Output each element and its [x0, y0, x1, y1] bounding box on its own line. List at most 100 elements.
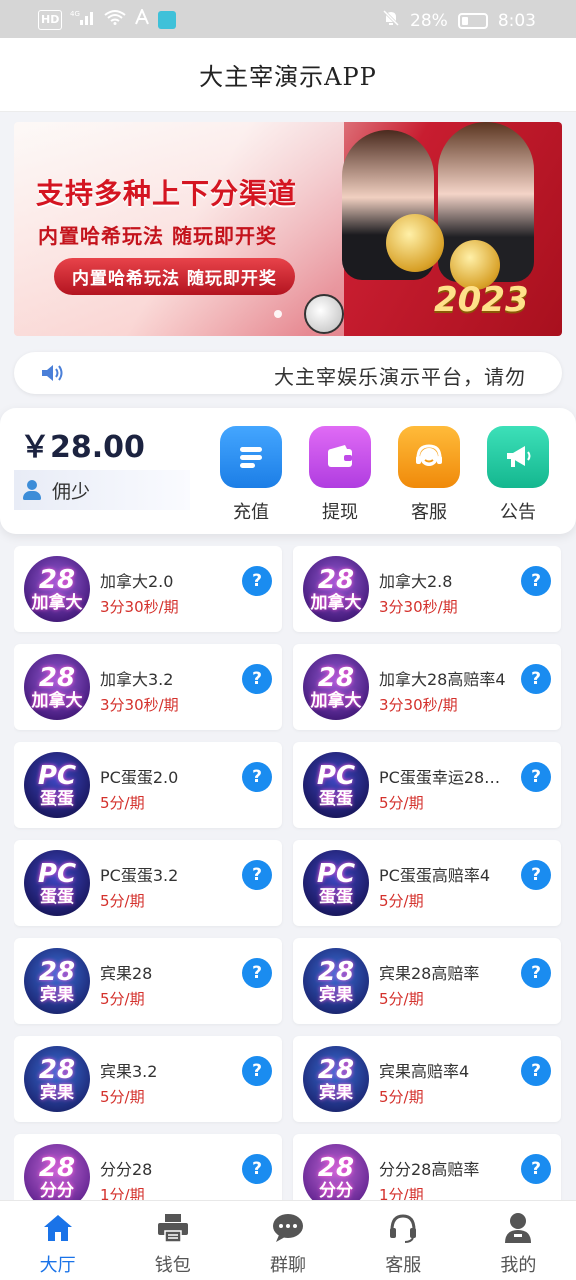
game-name: 分分28高赔率 — [379, 1160, 480, 1179]
help-icon[interactable]: ? — [242, 566, 272, 596]
app-notification-icon — [158, 11, 177, 29]
deposit-icon — [220, 426, 282, 488]
tab-wallet[interactable]: 钱包 — [115, 1201, 230, 1280]
game-card[interactable]: 28 加拿大 加拿大2.0 3分30秒/期 ? — [14, 546, 282, 632]
game-logo: 28 宾果 — [303, 948, 369, 1014]
game-period: 5分/期 — [379, 892, 424, 910]
game-card[interactable]: 28 加拿大 加拿大2.8 3分30秒/期 ? — [293, 546, 561, 632]
game-period: 5分/期 — [100, 794, 145, 812]
football-icon — [304, 294, 344, 334]
app-header: 大主宰演示APP — [0, 38, 576, 112]
announcement-button[interactable]: 公告 — [487, 426, 576, 524]
help-icon[interactable]: ? — [242, 958, 272, 988]
help-icon[interactable]: ? — [521, 1056, 551, 1086]
game-logo: 28 分分 — [303, 1144, 369, 1202]
help-icon[interactable]: ? — [521, 958, 551, 988]
wallet-icon — [309, 426, 371, 488]
game-grid: 28 加拿大 加拿大2.0 3分30秒/期 ? 28 加拿大 加拿大2.8 3分30… — [14, 546, 566, 1202]
game-logo: 28 宾果 — [24, 948, 90, 1014]
promo-banner[interactable]: 2023 支持多种上下分渠道 内置哈希玩法 随玩即开奖 内置哈希玩法 随玩即开奖 — [14, 122, 562, 336]
username: 佣少 — [52, 480, 91, 503]
game-name: 宾果3.2 — [100, 1062, 158, 1081]
notice-text: 大主宰娱乐演示平台，请勿 — [274, 365, 526, 389]
game-card[interactable]: PC 蛋蛋 PC蛋蛋高赔率4 5分/期 ? — [293, 840, 561, 926]
help-icon[interactable]: ? — [242, 762, 272, 792]
game-period: 3分30秒/期 — [100, 598, 179, 616]
tab-support[interactable]: 客服 — [346, 1201, 461, 1280]
game-logo: PC 蛋蛋 — [303, 850, 369, 916]
game-period: 5分/期 — [100, 990, 145, 1008]
game-card[interactable]: 28 分分 分分28 1分/期 ? — [14, 1134, 282, 1202]
game-card[interactable]: PC 蛋蛋 PC蛋蛋3.2 5分/期 ? — [14, 840, 282, 926]
banner-headline: 支持多种上下分渠道 — [36, 177, 298, 210]
user-row[interactable]: 佣少 — [14, 470, 190, 510]
game-name: 加拿大2.0 — [100, 572, 174, 591]
help-icon[interactable]: ? — [242, 664, 272, 694]
game-card[interactable]: 28 加拿大 加拿大3.2 3分30秒/期 ? — [14, 644, 282, 730]
game-logo: 28 分分 — [24, 1144, 90, 1202]
game-card[interactable]: 28 宾果 宾果3.2 5分/期 ? — [14, 1036, 282, 1122]
game-name: PC蛋蛋2.0 — [100, 768, 179, 787]
user-icon — [501, 1211, 535, 1245]
game-logo: 28 加拿大 — [24, 556, 90, 622]
battery-percent: 28% — [410, 11, 448, 31]
game-period: 5分/期 — [379, 990, 424, 1008]
tab-lobby[interactable]: 大厅 — [0, 1201, 115, 1280]
help-icon[interactable]: ? — [521, 860, 551, 890]
game-name: 分分28 — [100, 1160, 153, 1179]
game-card[interactable]: 28 加拿大 加拿大28高赔率4 3分30秒/期 ? — [293, 644, 561, 730]
tab-profile[interactable]: 我的 — [461, 1201, 576, 1280]
banner-subline: 内置哈希玩法 随玩即开奖 — [38, 224, 277, 248]
announcement-label: 公告 — [500, 502, 536, 523]
support-button[interactable]: 客服 — [398, 426, 487, 524]
game-logo: PC 蛋蛋 — [24, 850, 90, 916]
withdraw-button[interactable]: 提现 — [309, 426, 398, 524]
game-logo: 28 宾果 — [303, 1046, 369, 1112]
game-period: 5分/期 — [379, 794, 424, 812]
support-label: 客服 — [411, 502, 447, 523]
help-icon[interactable]: ? — [521, 762, 551, 792]
font-a-icon — [134, 7, 150, 31]
notice-bar[interactable]: 大主宰娱乐演示平台，请勿 — [14, 352, 562, 394]
help-icon[interactable]: ? — [521, 664, 551, 694]
account-card: ￥28.00 佣少 充值 提现 客服 公告 — [0, 408, 576, 534]
game-card[interactable]: 28 宾果 宾果高赔率4 5分/期 ? — [293, 1036, 561, 1122]
wifi-icon — [104, 9, 126, 31]
game-name: PC蛋蛋幸运28… — [379, 768, 501, 787]
game-period: 5分/期 — [100, 892, 145, 910]
printer-icon — [156, 1211, 190, 1245]
game-card[interactable]: 28 宾果 宾果28高赔率 5分/期 ? — [293, 938, 561, 1024]
help-icon[interactable]: ? — [242, 1154, 272, 1184]
help-icon[interactable]: ? — [242, 860, 272, 890]
help-icon[interactable]: ? — [521, 1154, 551, 1184]
mute-bell-icon — [382, 9, 400, 33]
game-name: 宾果28 — [100, 964, 153, 983]
game-card[interactable]: PC 蛋蛋 PC蛋蛋幸运28… 5分/期 ? — [293, 742, 561, 828]
banner-pill: 内置哈希玩法 随玩即开奖 — [54, 258, 295, 295]
clock: 8:03 — [497, 11, 536, 31]
game-period: 5分/期 — [379, 1088, 424, 1106]
help-icon[interactable]: ? — [242, 1056, 272, 1086]
status-left: HD 4G — [38, 7, 177, 31]
signal-icon: 4G — [70, 9, 96, 31]
page-title: 大主宰演示APP — [199, 63, 377, 91]
help-icon[interactable]: ? — [521, 566, 551, 596]
headset-icon — [386, 1211, 420, 1245]
megaphone-icon — [487, 426, 549, 488]
game-card[interactable]: 28 分分 分分28高赔率 1分/期 ? — [293, 1134, 561, 1202]
tab-group-chat[interactable]: 群聊 — [230, 1201, 345, 1280]
deposit-button[interactable]: 充值 — [220, 426, 309, 524]
game-name: 宾果28高赔率 — [379, 964, 480, 983]
coin-icon — [386, 214, 444, 272]
banner-year: 2023 — [434, 280, 529, 320]
game-name: PC蛋蛋3.2 — [100, 866, 179, 885]
game-card[interactable]: 28 宾果 宾果28 5分/期 ? — [14, 938, 282, 1024]
game-name: 加拿大2.8 — [379, 572, 453, 591]
game-name: 宾果高赔率4 — [379, 1062, 470, 1081]
carousel-indicator[interactable] — [274, 310, 282, 318]
balance-amount: ￥28.00 — [20, 430, 145, 465]
game-name: 加拿大3.2 — [100, 670, 174, 689]
game-card[interactable]: PC 蛋蛋 PC蛋蛋2.0 5分/期 ? — [14, 742, 282, 828]
support-icon — [398, 426, 460, 488]
deposit-label: 充值 — [233, 502, 269, 523]
